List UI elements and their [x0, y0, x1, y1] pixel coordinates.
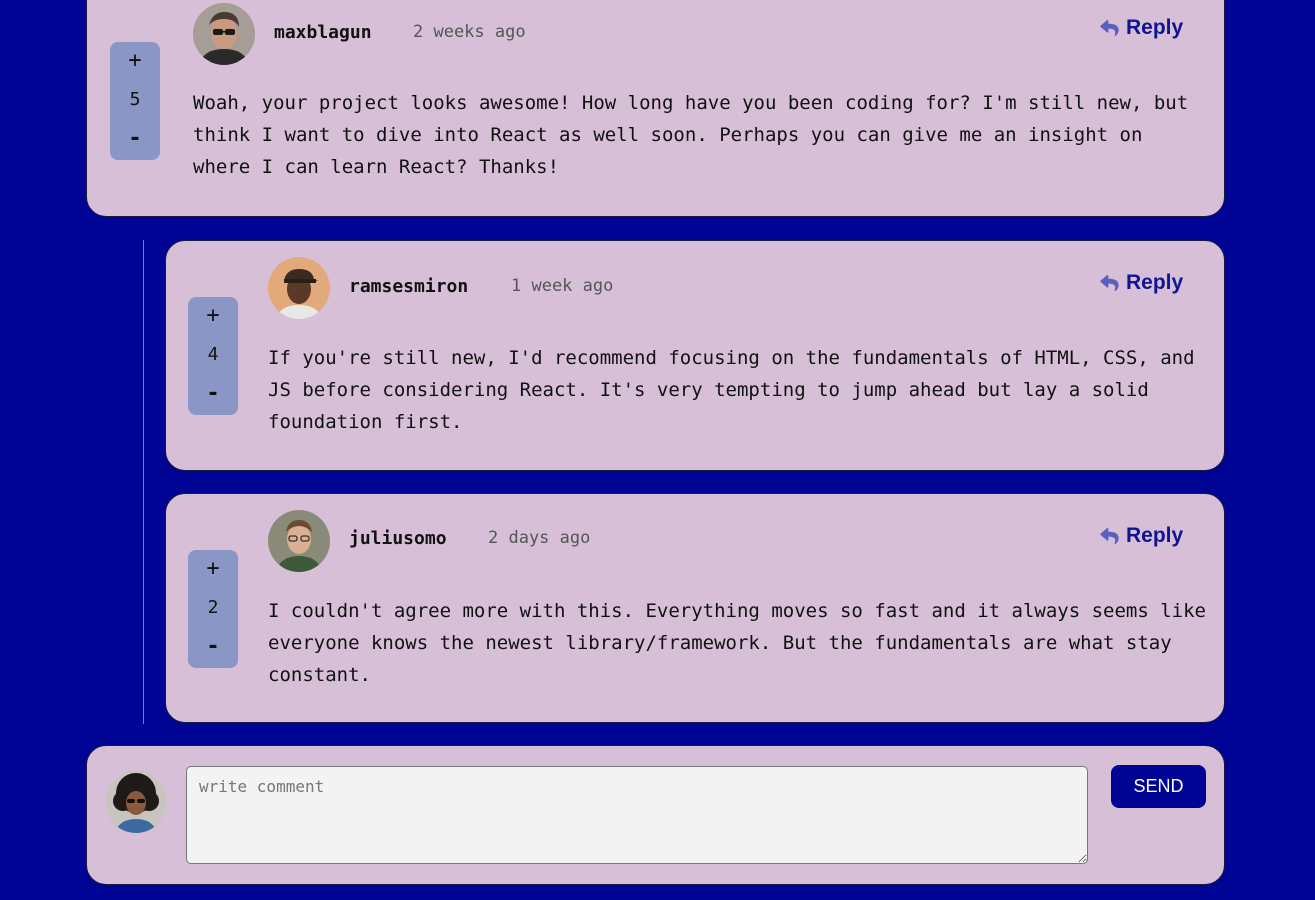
- reply-label: Reply: [1126, 524, 1184, 547]
- comment-text: Woah, your project looks awesome! How lo…: [193, 92, 1189, 178]
- vote-control: + 2 -: [188, 550, 238, 668]
- reply-username[interactable]: ramsesmiron: [349, 276, 468, 298]
- reply-label: Reply: [1126, 271, 1184, 294]
- reply-username[interactable]: juliusomo: [349, 528, 447, 550]
- user-avatar: [193, 3, 255, 65]
- reply-arrow-icon: [1100, 527, 1119, 544]
- downvote-button[interactable]: -: [206, 634, 219, 660]
- upvote-button[interactable]: +: [128, 48, 141, 74]
- vote-control: + 4 -: [188, 297, 238, 415]
- downvote-button[interactable]: -: [206, 381, 219, 407]
- comment-timestamp: 2 weeks ago: [413, 22, 526, 42]
- vote-score: 2: [207, 597, 219, 618]
- reply-timestamp: 1 week ago: [511, 276, 614, 296]
- reply-text: If you're still new, I'd recommend focus…: [268, 347, 1195, 433]
- comment-username[interactable]: maxblagun: [274, 22, 372, 44]
- comment-input[interactable]: [186, 766, 1088, 864]
- reply-thread-line: [143, 240, 144, 724]
- vote-score: 4: [207, 344, 219, 365]
- reply-button[interactable]: Reply: [1100, 16, 1183, 40]
- reply-button[interactable]: Reply: [1100, 524, 1183, 548]
- reply-card: + 2 - juliusomo 2 days ago Reply I could…: [165, 493, 1225, 723]
- downvote-button[interactable]: -: [128, 126, 141, 152]
- user-avatar: [268, 510, 330, 572]
- current-user-avatar: [105, 771, 167, 833]
- reply-timestamp: 2 days ago: [488, 528, 591, 548]
- reply-button[interactable]: Reply: [1100, 271, 1183, 295]
- upvote-button[interactable]: +: [206, 556, 219, 582]
- user-avatar: [268, 257, 330, 319]
- reply-arrow-icon: [1100, 19, 1119, 36]
- comment-card: + 5 - maxblagun 2 weeks ago Reply Woah, …: [86, 0, 1225, 217]
- upvote-button[interactable]: +: [206, 303, 219, 329]
- reply-label: Reply: [1126, 16, 1184, 39]
- send-button[interactable]: SEND: [1111, 765, 1206, 808]
- reply-text: I couldn't agree more with this. Everyth…: [268, 600, 1206, 686]
- reply-card: + 4 - ramsesmiron 1 week ago Reply If yo…: [165, 240, 1225, 471]
- reply-arrow-icon: [1100, 274, 1119, 291]
- vote-score: 5: [129, 89, 141, 110]
- vote-control: + 5 -: [110, 42, 160, 160]
